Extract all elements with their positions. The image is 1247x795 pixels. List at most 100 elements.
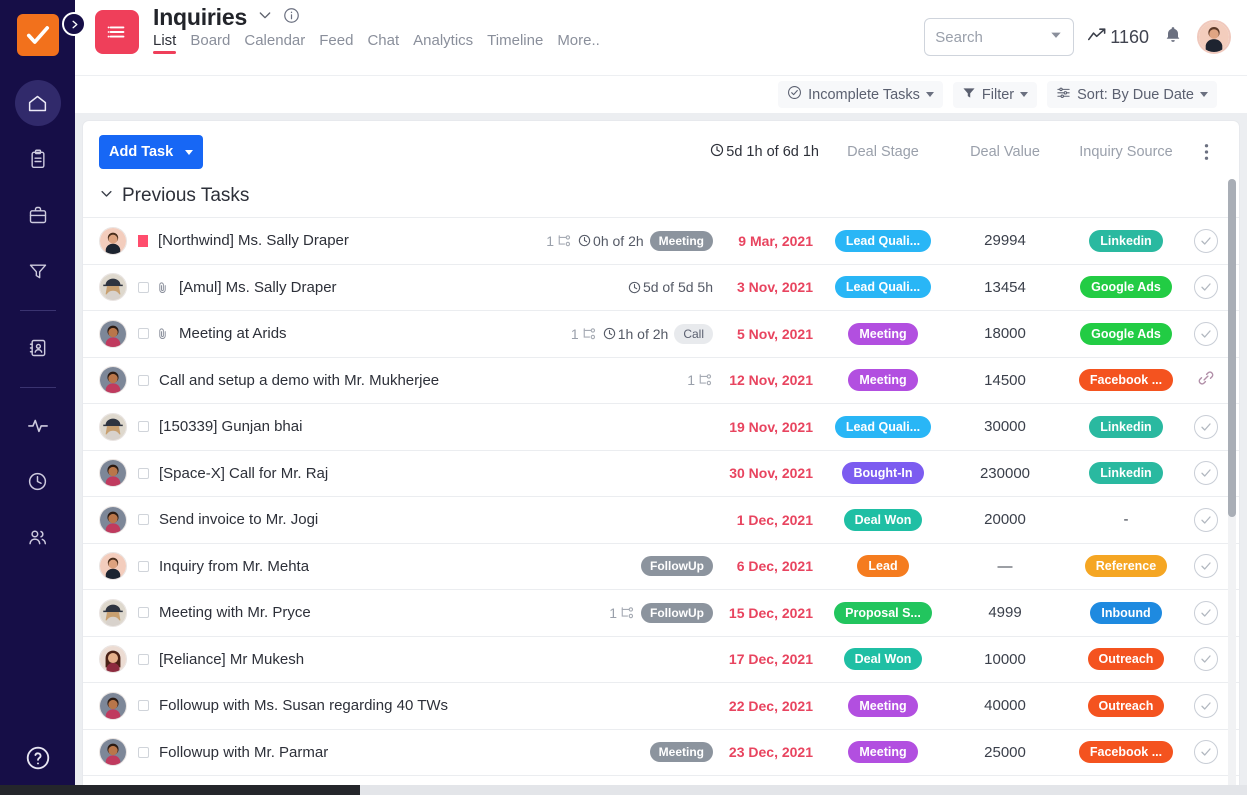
avatar[interactable] xyxy=(1197,20,1231,54)
deal-stage-cell[interactable]: Lead Quali... xyxy=(819,230,947,252)
deal-stage-badge[interactable]: Meeting xyxy=(848,741,917,763)
filter-button[interactable]: Filter xyxy=(953,82,1037,108)
task-title[interactable]: Send invoice to Mr. Jogi xyxy=(159,511,318,528)
deal-stage-cell[interactable]: Bought-In xyxy=(819,462,947,484)
info-circle-icon[interactable] xyxy=(283,7,300,29)
row-action-cell[interactable] xyxy=(1189,601,1223,625)
avatar[interactable] xyxy=(99,506,127,534)
table-row[interactable]: [Northwind] Ms. Sally Draper1 0h of 2hMe… xyxy=(83,217,1239,264)
deal-stage-badge[interactable]: Lead Quali... xyxy=(835,416,931,438)
task-title[interactable]: Inquiry from Mr. Mehta xyxy=(159,558,309,575)
tab-board[interactable]: Board xyxy=(190,32,230,54)
task-type-tag[interactable]: Call xyxy=(674,324,713,344)
tab-analytics[interactable]: Analytics xyxy=(413,32,473,54)
task-title[interactable]: [Reliance] Mr Mukesh xyxy=(159,651,304,668)
row-checkbox[interactable] xyxy=(138,700,149,711)
table-row[interactable]: Meeting at Arids1 1h of 2hCall5 Nov, 202… xyxy=(83,310,1239,357)
deal-value-cell[interactable]: 25000 xyxy=(947,744,1063,761)
sidebar-item-tasks[interactable] xyxy=(15,136,61,182)
section-header-previous-tasks[interactable]: Previous Tasks xyxy=(83,183,1239,217)
check-ring-icon[interactable] xyxy=(1194,322,1218,346)
attachment-icon[interactable] xyxy=(156,327,169,340)
deal-stage-badge[interactable]: Lead Quali... xyxy=(835,230,931,252)
inquiry-source-badge[interactable]: Linkedin xyxy=(1089,462,1162,484)
column-header-deal-value[interactable]: Deal Value xyxy=(947,144,1063,160)
avatar[interactable] xyxy=(99,738,127,766)
task-type-tag[interactable]: Meeting xyxy=(650,742,713,762)
bell-icon[interactable] xyxy=(1163,25,1183,50)
deal-value-cell[interactable]: 30000 xyxy=(947,418,1063,435)
inquiry-source-cell[interactable]: Outreach xyxy=(1063,695,1189,717)
deal-stage-badge[interactable]: Lead xyxy=(857,555,908,577)
vertical-scrollbar-thumb[interactable] xyxy=(1228,179,1236,517)
row-checkbox[interactable] xyxy=(138,607,149,618)
deal-value-cell[interactable]: 230000 xyxy=(947,465,1063,482)
row-checkbox[interactable] xyxy=(138,561,149,572)
deal-value-cell[interactable]: 20000 xyxy=(947,511,1063,528)
avatar[interactable] xyxy=(99,459,127,487)
task-title[interactable]: [Amul] Ms. Sally Draper xyxy=(179,279,337,296)
deal-stage-cell[interactable]: Lead xyxy=(819,555,947,577)
deal-stage-cell[interactable]: Meeting xyxy=(819,323,947,345)
stat-counter[interactable]: 1160 xyxy=(1088,27,1149,48)
due-date[interactable]: 19 Nov, 2021 xyxy=(719,419,813,435)
inquiry-source-cell[interactable]: Facebook ... xyxy=(1063,741,1189,763)
inquiry-source-cell[interactable]: Google Ads xyxy=(1063,276,1189,298)
deal-value-cell[interactable]: — xyxy=(947,558,1063,575)
task-title[interactable]: Meeting with Mr. Pryce xyxy=(159,604,311,621)
row-action-cell[interactable] xyxy=(1189,369,1223,392)
row-checkbox[interactable] xyxy=(138,375,149,386)
row-action-cell[interactable] xyxy=(1189,275,1223,299)
help-button[interactable] xyxy=(0,745,75,771)
due-date[interactable]: 23 Dec, 2021 xyxy=(719,744,813,760)
inquiry-source-cell[interactable]: Facebook ... xyxy=(1063,369,1189,391)
sort-button[interactable]: Sort: By Due Date xyxy=(1047,81,1217,108)
task-title[interactable]: Call and setup a demo with Mr. Mukherjee xyxy=(159,372,439,389)
list-menu-icon[interactable] xyxy=(95,10,139,54)
avatar[interactable] xyxy=(99,366,127,394)
deal-value-cell[interactable]: 29994 xyxy=(947,232,1063,249)
inquiry-source-cell[interactable]: Linkedin xyxy=(1063,416,1189,438)
sidebar-item-people[interactable] xyxy=(15,514,61,560)
deal-value-cell[interactable]: 40000 xyxy=(947,697,1063,714)
due-date[interactable]: 6 Dec, 2021 xyxy=(719,558,813,574)
tab-list[interactable]: List xyxy=(153,32,176,54)
sidebar-item-projects[interactable] xyxy=(15,192,61,238)
table-row[interactable]: [Reliance] Mr Mukesh17 Dec, 2021Deal Won… xyxy=(83,636,1239,683)
row-action-cell[interactable] xyxy=(1189,229,1223,253)
check-ring-icon[interactable] xyxy=(1194,740,1218,764)
row-action-cell[interactable] xyxy=(1189,322,1223,346)
due-date[interactable]: 3 Nov, 2021 xyxy=(719,279,813,295)
due-date[interactable]: 30 Nov, 2021 xyxy=(719,465,813,481)
table-row[interactable]: Followup with Ms. Susan regarding 40 TWs… xyxy=(83,682,1239,729)
avatar[interactable] xyxy=(99,552,127,580)
table-row[interactable]: Send invoice to Mr. Jogi1 Dec, 2021Deal … xyxy=(83,496,1239,543)
check-ring-icon[interactable] xyxy=(1194,508,1218,532)
search-input[interactable]: Search xyxy=(924,18,1074,56)
column-header-deal-stage[interactable]: Deal Stage xyxy=(819,144,947,160)
tab-feed[interactable]: Feed xyxy=(319,32,353,54)
deal-stage-badge[interactable]: Deal Won xyxy=(844,509,923,531)
avatar[interactable] xyxy=(99,413,127,441)
inquiry-source-cell[interactable]: Linkedin xyxy=(1063,230,1189,252)
inquiry-source-cell[interactable]: Inbound xyxy=(1063,602,1189,624)
task-title[interactable]: [Space-X] Call for Mr. Raj xyxy=(159,465,328,482)
deal-value-cell[interactable]: 13454 xyxy=(947,279,1063,296)
due-date[interactable]: 9 Mar, 2021 xyxy=(719,233,813,249)
row-checkbox[interactable] xyxy=(138,654,149,665)
inquiry-source-badge[interactable]: Linkedin xyxy=(1089,230,1162,252)
deal-stage-cell[interactable]: Proposal S... xyxy=(819,602,947,624)
chevron-down-icon[interactable] xyxy=(1049,28,1063,47)
sidebar-item-activity[interactable] xyxy=(15,402,61,448)
deal-value-cell[interactable]: 4999 xyxy=(947,604,1063,621)
deal-stage-cell[interactable]: Meeting xyxy=(819,741,947,763)
task-title[interactable]: Meeting at Arids xyxy=(179,325,287,342)
deal-stage-badge[interactable]: Bought-In xyxy=(842,462,923,484)
deal-stage-badge[interactable]: Proposal S... xyxy=(834,602,932,624)
deal-stage-cell[interactable]: Deal Won xyxy=(819,648,947,670)
row-checkbox[interactable] xyxy=(138,514,149,525)
avatar[interactable] xyxy=(99,227,127,255)
row-action-cell[interactable] xyxy=(1189,740,1223,764)
row-action-cell[interactable] xyxy=(1189,508,1223,532)
inquiry-source-badge[interactable]: Outreach xyxy=(1088,648,1165,670)
